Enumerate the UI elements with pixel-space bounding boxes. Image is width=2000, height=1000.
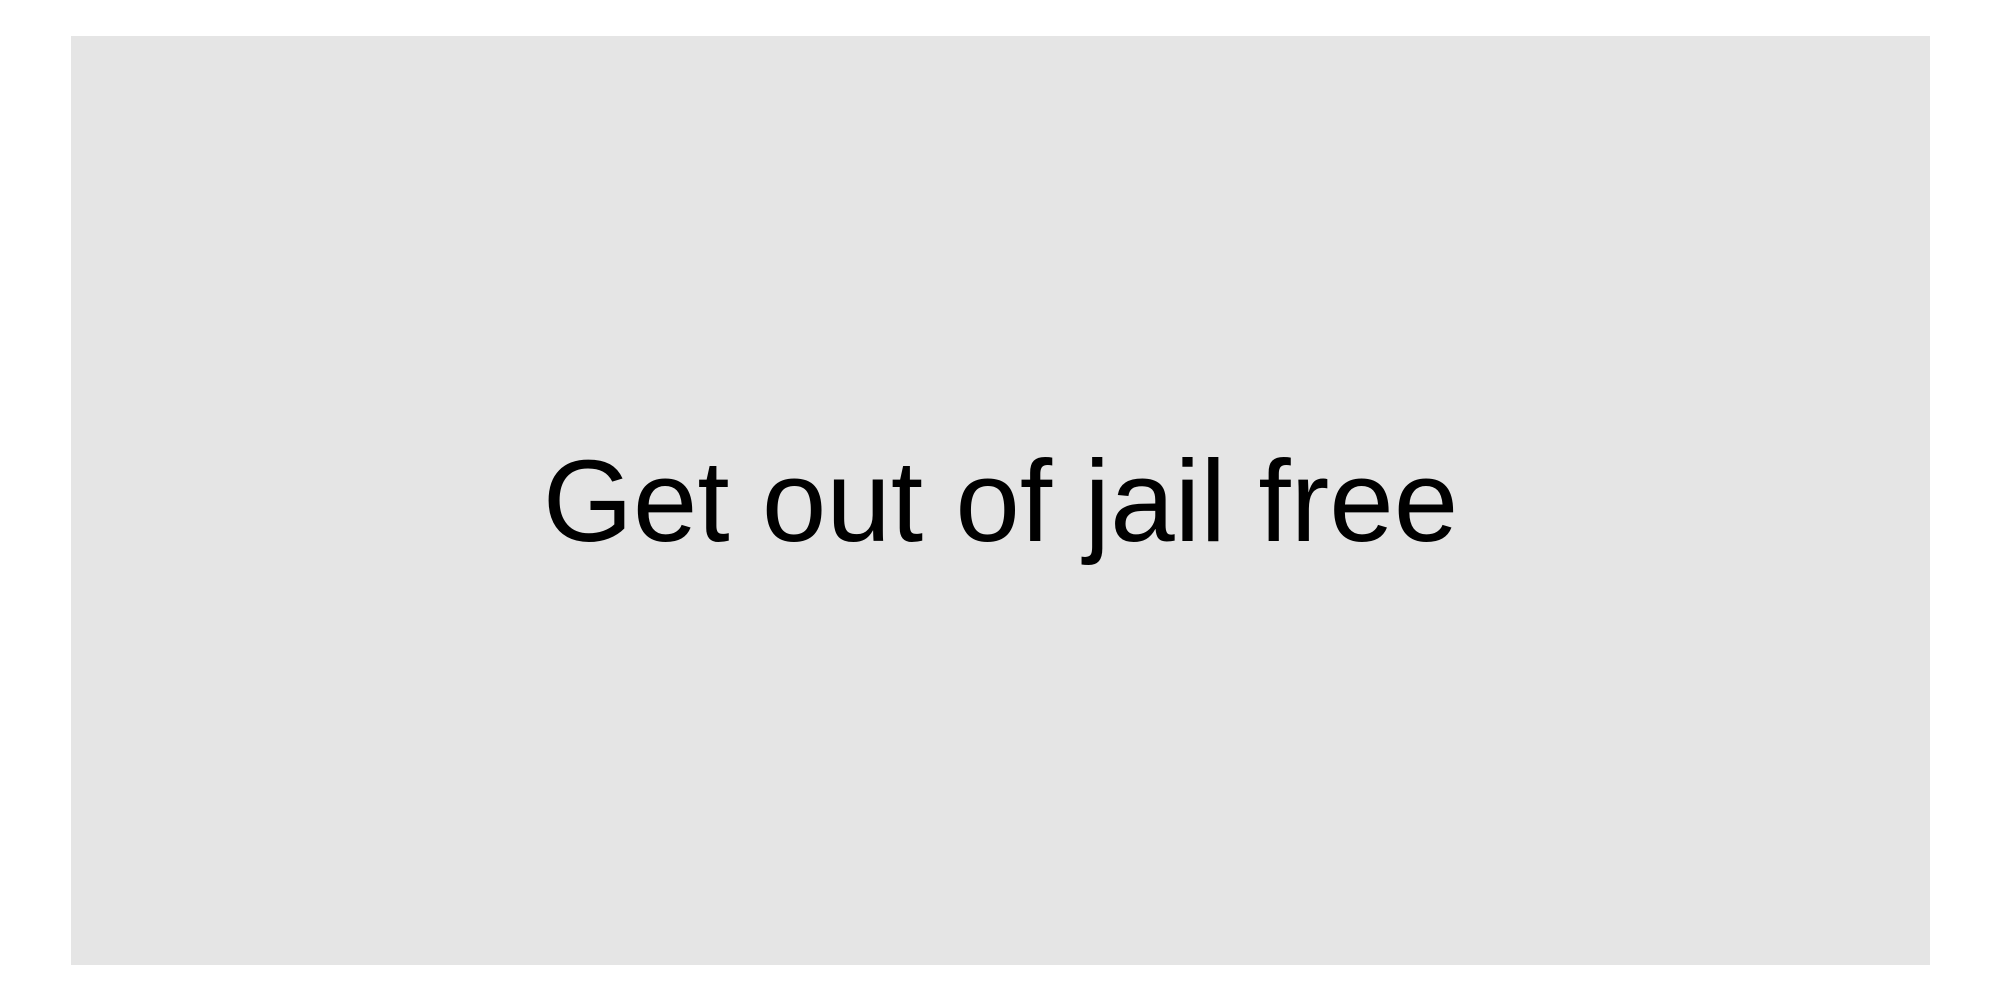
card-text: Get out of jail free — [542, 435, 1459, 566]
card: Get out of jail free — [71, 36, 1930, 965]
